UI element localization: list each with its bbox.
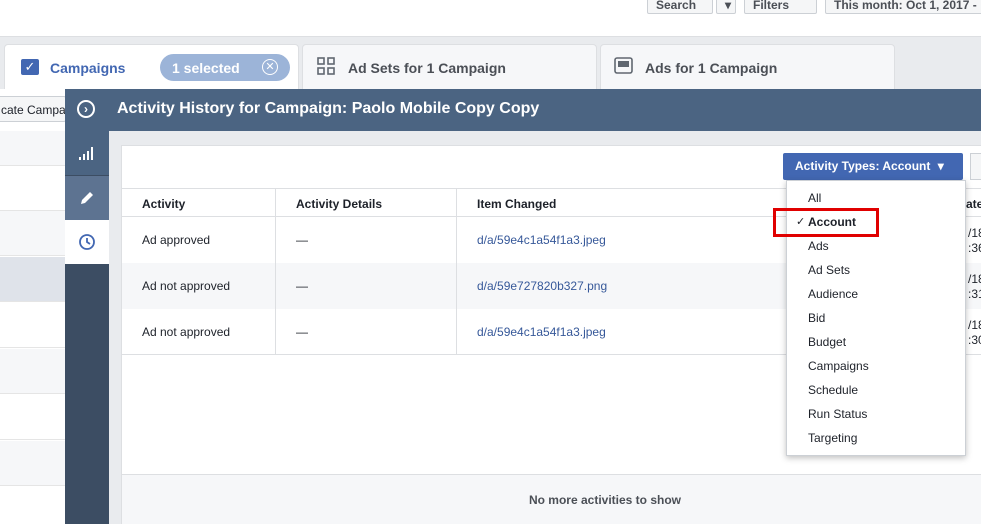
- table-row[interactable]: [0, 349, 66, 394]
- activity-cell: Ad not approved: [142, 325, 231, 339]
- checkbox-icon: ✓: [21, 59, 39, 75]
- time-cell: :30: [968, 333, 981, 347]
- activity-cell: Ad not approved: [142, 279, 231, 293]
- ad-icon: [614, 57, 633, 74]
- panel-title: Activity History for Campaign: Paolo Mob…: [117, 100, 540, 117]
- header-activity[interactable]: Activity: [142, 197, 185, 211]
- details-cell: —: [296, 233, 308, 247]
- highlight-box: [773, 208, 879, 237]
- header-item-changed[interactable]: Item Changed: [477, 197, 556, 211]
- column-divider: [275, 189, 276, 354]
- duplicate-campaign-label: cate Campa: [1, 103, 66, 117]
- chart-icon: [79, 147, 93, 160]
- date-range-button[interactable]: This month: Oct 1, 2017 -: [825, 0, 981, 14]
- tab-campaigns[interactable]: ✓ Campaigns 1 selected ✕: [4, 44, 299, 90]
- menu-item-ad-sets[interactable]: Ad Sets: [808, 263, 850, 277]
- table-row[interactable]: [0, 211, 66, 256]
- menu-item-bid[interactable]: Bid: [808, 311, 825, 325]
- activity-cell: Ad approved: [142, 233, 211, 247]
- tab-campaigns-label: Campaigns: [50, 60, 126, 76]
- chevron-down-icon: ▾: [725, 0, 732, 12]
- sidebar-item-insights[interactable]: [65, 131, 109, 175]
- filters-button[interactable]: Filters: [744, 0, 817, 14]
- activity-types-label: Activity Types: Account: [795, 159, 931, 173]
- time-cell: :31: [968, 287, 981, 301]
- date-cell: /18: [968, 318, 981, 332]
- menu-item-ads[interactable]: Ads: [808, 239, 829, 253]
- clear-selection-icon[interactable]: ✕: [262, 59, 278, 75]
- menu-item-all[interactable]: All: [808, 191, 821, 205]
- menu-item-campaigns[interactable]: Campaigns: [808, 359, 869, 373]
- date-cell: /18: [968, 226, 981, 240]
- tab-adsets[interactable]: Ad Sets for 1 Campaign: [302, 44, 597, 90]
- table-row[interactable]: [0, 257, 66, 302]
- activity-types-dropdown[interactable]: Activity Types: Account ▾: [783, 153, 963, 180]
- clock-icon: [79, 234, 95, 250]
- menu-item-schedule[interactable]: Schedule: [808, 383, 858, 397]
- menu-item-targeting[interactable]: Targeting: [808, 431, 857, 445]
- sidebar-item-history[interactable]: [65, 220, 109, 264]
- table-header-row: [0, 131, 66, 166]
- details-cell: —: [296, 279, 308, 293]
- tab-adsets-label: Ad Sets for 1 Campaign: [348, 60, 506, 76]
- grid-icon: [317, 57, 335, 75]
- item-changed-link[interactable]: d/a/59e4c1a54f1a3.jpeg: [477, 325, 606, 339]
- table-row[interactable]: [0, 166, 66, 211]
- selected-badge: 1 selected ✕: [160, 54, 290, 81]
- table-row[interactable]: [0, 303, 66, 348]
- sidebar-item-edit[interactable]: [65, 176, 109, 220]
- column-divider: [456, 189, 457, 354]
- item-changed-link[interactable]: d/a/59e727820b327.png: [477, 279, 607, 293]
- time-cell: :36: [968, 241, 981, 255]
- selected-badge-label: 1 selected: [172, 60, 240, 76]
- details-cell: —: [296, 325, 308, 339]
- table-row[interactable]: [0, 395, 66, 440]
- search-button[interactable]: Search: [647, 0, 713, 14]
- menu-item-run-status[interactable]: Run Status: [808, 407, 867, 421]
- date-cell: /18: [968, 272, 981, 286]
- menu-item-audience[interactable]: Audience: [808, 287, 858, 301]
- pencil-icon: [81, 192, 93, 204]
- duplicate-campaign-button[interactable]: cate Campa: [0, 96, 66, 122]
- menu-item-budget[interactable]: Budget: [808, 335, 846, 349]
- search-dropdown-button[interactable]: ▾: [716, 0, 736, 14]
- export-button[interactable]: [970, 153, 981, 180]
- header-date[interactable]: ate: [966, 197, 981, 211]
- no-more-activities-text: No more activities to show: [528, 493, 682, 507]
- header-activity-details[interactable]: Activity Details: [296, 197, 382, 211]
- item-changed-link[interactable]: d/a/59e4c1a54f1a3.jpeg: [477, 233, 606, 247]
- tab-ads-label: Ads for 1 Campaign: [645, 60, 778, 76]
- tab-ads[interactable]: Ads for 1 Campaign: [600, 44, 895, 90]
- table-row[interactable]: [0, 441, 66, 486]
- collapse-panel-icon[interactable]: ›: [77, 100, 95, 118]
- caret-down-icon: ▾: [937, 159, 944, 173]
